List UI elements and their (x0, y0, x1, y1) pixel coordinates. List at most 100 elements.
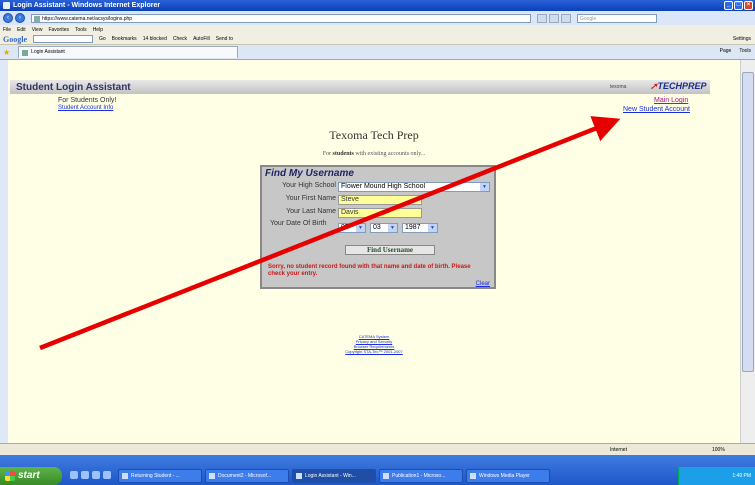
lock-icon[interactable] (537, 13, 547, 23)
tab-tools: Page Tools (720, 48, 751, 54)
close-button[interactable]: × (744, 1, 753, 10)
chevron-down-icon: ▼ (356, 224, 365, 232)
first-name-label: Your First Name (285, 195, 336, 202)
system-tray: 1:49 PM (678, 467, 755, 485)
quick-launch-desktop-icon[interactable] (92, 471, 100, 479)
first-name-field[interactable]: Steve (338, 195, 422, 205)
menu-file[interactable]: File (3, 27, 11, 33)
settings-button[interactable]: Settings (733, 36, 751, 42)
dob-day-select[interactable]: 03 ▼ (370, 223, 398, 233)
google-search-input[interactable] (33, 35, 93, 43)
student-account-info-link[interactable]: Student Account Info (58, 105, 113, 111)
page-header: Student Login Assistant texoma ➚TECHPREP (10, 80, 710, 94)
window-title: Login Assistant - Windows Internet Explo… (13, 2, 161, 9)
menu-bar: File Edit View Favorites Tools Help (0, 25, 755, 34)
school-select[interactable]: Flower Mound High School ▼ (338, 182, 490, 192)
quick-launch-email-icon[interactable] (81, 471, 89, 479)
address-bar: ‹ › https://www.catema.net/acsys/logins.… (0, 11, 755, 25)
task-document2[interactable]: Document2 - Microsof... (205, 469, 289, 483)
techprep-logo: ➚TECHPREP (650, 81, 707, 92)
subtitle: For students with existing accounts only… (8, 151, 740, 157)
google-toolbar: Google Go Bookmarks 14 blocked Check Aut… (0, 34, 755, 45)
error-message: Sorry, no student record found with that… (268, 264, 471, 277)
refresh-icon[interactable] (549, 13, 559, 23)
find-username-button[interactable]: Find Username (345, 245, 435, 255)
minimize-button[interactable]: _ (724, 1, 733, 10)
popup-blocked-button[interactable]: 14 blocked (143, 36, 167, 42)
dob-label: Your Date Of Birth (270, 220, 327, 227)
dob-year-value: 1987 (405, 224, 421, 231)
site-title: Texoma Tech Prep (329, 128, 419, 142)
task-publication1[interactable]: Publication1 - Microso... (379, 469, 463, 483)
clear-link[interactable]: Clear (476, 281, 490, 287)
send-to-button[interactable]: Send to (216, 36, 233, 42)
window-controls: _ □ × (724, 1, 753, 10)
security-zone: Internet (610, 447, 627, 453)
stop-icon[interactable] (561, 13, 571, 23)
bookmarks-button[interactable]: Bookmarks (112, 36, 137, 42)
browser-search-input[interactable]: Google (577, 13, 657, 23)
zoom-level[interactable]: 100% (712, 447, 725, 453)
dob-day-value: 03 (373, 224, 381, 231)
check-button[interactable]: Check (173, 36, 187, 42)
back-button[interactable]: ‹ (3, 13, 13, 23)
form-title: Find My Username (265, 168, 354, 179)
vertical-scrollbar[interactable] (740, 60, 755, 443)
chevron-down-icon: ▼ (388, 224, 397, 232)
task-media-player[interactable]: Windows Media Player (466, 469, 550, 483)
autofill-button[interactable]: AutoFill (193, 36, 210, 42)
first-name-row: Your First Name Steve (262, 195, 492, 206)
quick-launch-ie-icon[interactable] (70, 471, 78, 479)
address-actions (537, 13, 571, 23)
menu-favorites[interactable]: Favorites (48, 27, 69, 33)
last-name-field[interactable]: Davis (338, 208, 422, 218)
page-title: Student Login Assistant (16, 82, 131, 93)
logo-swoosh-icon: ➚ (650, 81, 658, 91)
last-name-row: Your Last Name Davis (262, 208, 492, 219)
tab-bar: ★ Login Assistant Page Tools (0, 45, 755, 60)
dob-year-select[interactable]: 1987 ▼ (402, 223, 438, 233)
page-footer: CATEMA System Privacy and Security Brows… (8, 334, 740, 354)
page-favicon-icon (34, 15, 40, 22)
url-field[interactable]: https://www.catema.net/acsys/logins.php (31, 13, 531, 23)
new-student-account-link[interactable]: New Student Account (623, 106, 690, 113)
page-menu-button[interactable]: Page (720, 48, 732, 54)
favorites-star-icon[interactable]: ★ (3, 48, 10, 57)
tab-login-assistant[interactable]: Login Assistant (18, 46, 239, 58)
last-name-label: Your Last Name (286, 208, 336, 215)
maximize-button[interactable]: □ (734, 1, 743, 10)
clock[interactable]: 1:49 PM (732, 473, 751, 479)
scrollbar-thumb[interactable] (742, 72, 754, 372)
subtitle-bold: students (332, 151, 354, 157)
menu-tools[interactable]: Tools (75, 27, 87, 33)
task-returning-student[interactable]: Returning Student - ... (118, 469, 202, 483)
status-bar: Internet 100% (0, 443, 755, 455)
start-button[interactable]: start (0, 467, 62, 485)
chevron-down-icon: ▼ (480, 183, 489, 191)
left-edge (0, 60, 8, 443)
chevron-down-icon: ▼ (428, 224, 437, 232)
quick-launch (70, 471, 111, 479)
menu-view[interactable]: View (32, 27, 43, 33)
dob-month-value: 05 (341, 224, 349, 231)
tools-menu-button[interactable]: Tools (739, 48, 751, 54)
subtitle-pre: For (322, 151, 333, 157)
forward-button[interactable]: › (15, 13, 25, 23)
footer-copyright[interactable]: Copyright STA-Tec™ 2001-2007 (8, 349, 740, 354)
dob-month-select[interactable]: 05 ▼ (338, 223, 366, 233)
task-login-assistant[interactable]: Login Assistant - Win... (292, 469, 376, 483)
school-row: Your High School Flower Mound High Schoo… (262, 182, 492, 193)
main-login-link[interactable]: Main Login (654, 97, 688, 104)
school-label: Your High School (282, 182, 336, 189)
google-go-button[interactable]: Go (99, 36, 106, 42)
page-content: Student Login Assistant texoma ➚TECHPREP… (8, 60, 740, 443)
dob-row: Your Date Of Birth 05 ▼ 03 ▼ 1987 ▼ (262, 220, 492, 234)
quick-launch-media-icon[interactable] (103, 471, 111, 479)
menu-help[interactable]: Help (93, 27, 103, 33)
menu-edit[interactable]: Edit (17, 27, 26, 33)
windows-taskbar: start Returning Student - ... Document2 … (0, 455, 755, 485)
window-titlebar: Login Assistant - Windows Internet Explo… (0, 0, 755, 11)
header-username: texoma (610, 84, 627, 90)
for-students-text: For Students Only! (58, 97, 117, 104)
google-logo: Google (3, 34, 27, 44)
